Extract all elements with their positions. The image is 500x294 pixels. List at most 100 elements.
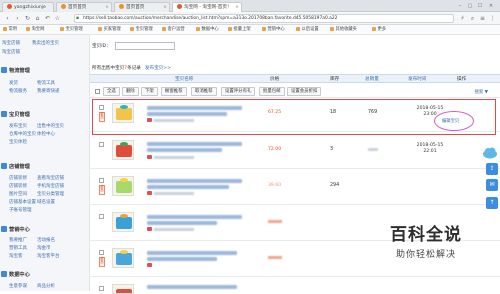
- browser-tab-3[interactable]: 首页首页 ×: [114, 2, 170, 12]
- sidebar-link[interactable]: 发布宝贝: [9, 123, 27, 129]
- bookmark-item[interactable]: 批量上架: [228, 26, 251, 34]
- forward-icon[interactable]: ›: [13, 14, 22, 23]
- bookmark-item[interactable]: 宝贝管理: [130, 26, 153, 34]
- reload-icon[interactable]: ↻: [23, 14, 32, 23]
- item-price[interactable]: 39.60: [268, 183, 281, 188]
- showcase-button[interactable]: 橱窗推荐: [161, 87, 187, 96]
- home-icon[interactable]: ⌂: [33, 14, 42, 23]
- sidebar-section-marketing[interactable]: 营销中心: [9, 226, 30, 233]
- item-title[interactable]: [147, 179, 242, 183]
- bookmark-item[interactable]: 常用: [3, 26, 17, 34]
- row-checkbox[interactable]: [99, 142, 104, 147]
- sidebar-section-goods[interactable]: 宝贝管理: [9, 111, 30, 118]
- row-checkbox[interactable]: [99, 214, 104, 219]
- tab-close-icon[interactable]: ×: [163, 3, 167, 12]
- item-id-input[interactable]: [115, 42, 175, 50]
- maximize-icon[interactable]: ☐: [476, 1, 484, 11]
- sidebar-link[interactable]: 淘宝店铺: [2, 40, 20, 46]
- bookmark-item[interactable]: 营销中心: [262, 26, 285, 34]
- product-thumbnail[interactable]: [112, 284, 134, 294]
- product-thumbnail[interactable]: [112, 212, 134, 232]
- product-thumbnail[interactable]: [112, 176, 134, 196]
- sidebar-section-logistics[interactable]: 物流管理: [9, 67, 30, 74]
- sidebar-link[interactable]: 我要推广: [9, 237, 27, 243]
- item-price[interactable]: 72.00: [268, 147, 281, 152]
- sidebar-link[interactable]: 物流工具: [37, 80, 55, 86]
- header-item-name[interactable]: 宝贝名称: [175, 76, 193, 83]
- bookmark-item[interactable]: 数据中心: [196, 26, 219, 34]
- restore-icon[interactable]: ▢: [466, 1, 474, 11]
- settings-icon[interactable]: ⋮: [488, 14, 497, 23]
- sidebar-link[interactable]: 仓库中的宝贝: [9, 131, 36, 137]
- back-icon[interactable]: ‹: [3, 14, 12, 23]
- product-thumbnail[interactable]: [112, 248, 134, 268]
- sidebar-section-data[interactable]: 数据中心: [9, 271, 30, 278]
- item-title[interactable]: [147, 285, 237, 289]
- back-to-top-icon[interactable]: ↑: [486, 197, 498, 209]
- bookmark-item[interactable]: 宝贝管理: [60, 26, 83, 34]
- sidebar-link[interactable]: 图片空间: [9, 191, 27, 197]
- header-total-sales[interactable]: 总销量: [365, 76, 379, 83]
- bookmark-item[interactable]: 更多: [372, 26, 386, 34]
- sidebar-link[interactable]: 商品分析: [37, 283, 55, 289]
- star-icon[interactable]: ☆: [53, 14, 62, 23]
- sidebar-link[interactable]: 物流服务: [9, 88, 27, 94]
- member-discount-button[interactable]: 设置会员折扣: [287, 87, 322, 96]
- sidebar-section-store[interactable]: 店铺管理: [9, 163, 30, 170]
- sidebar-link[interactable]: 手机淘宝店铺: [37, 183, 64, 189]
- sidebar-link[interactable]: 淘宝客平台: [37, 253, 60, 259]
- delist-button[interactable]: 下架: [141, 87, 158, 96]
- row-checkbox[interactable]: [99, 286, 104, 291]
- search-icon[interactable]: ⌕: [468, 14, 477, 23]
- bookmark-item[interactable]: 买家管理: [98, 26, 121, 34]
- cancel-recommend-button[interactable]: 取消推荐: [191, 87, 217, 96]
- sidebar-link[interactable]: 店铺装修: [9, 175, 27, 181]
- browser-tab-2[interactable]: 首页首页 ×: [56, 2, 112, 12]
- row-checkbox[interactable]: [99, 178, 104, 183]
- publish-item-link[interactable]: 发布宝贝>>: [145, 66, 171, 71]
- item-title-line2[interactable]: [147, 257, 217, 261]
- sidebar-link[interactable]: 查看淘宝店铺: [37, 175, 64, 181]
- row-checkbox[interactable]: [99, 250, 104, 255]
- sidebar-link[interactable]: 店铺基本设置: [9, 199, 36, 205]
- sidebar-link[interactable]: 生意参谋: [9, 283, 27, 289]
- url-input[interactable]: ▪ https://sell.taobao.com/auction/merchan…: [74, 14, 454, 23]
- sidebar-link[interactable]: 发货: [9, 80, 18, 86]
- tab-close-icon[interactable]: ×: [235, 3, 239, 12]
- sidebar-link[interactable]: 我卖出的宝贝: [32, 40, 59, 46]
- select-all-button[interactable]: 全选: [103, 87, 120, 96]
- header-publish-time[interactable]: 发布时间: [408, 76, 426, 83]
- browser-tab-4-active[interactable]: 淘宝网 - 淘宝网-首页！ ×: [172, 2, 242, 12]
- item-title-line2[interactable]: [147, 185, 229, 189]
- select-all-checkbox[interactable]: [95, 89, 100, 94]
- bookmark-item[interactable]: 以后设置: [296, 26, 319, 34]
- item-title-line2[interactable]: [147, 221, 217, 225]
- close-window-icon[interactable]: ×: [487, 1, 495, 11]
- item-title[interactable]: [147, 142, 242, 146]
- item-title-line2[interactable]: [147, 148, 222, 152]
- bookmark-item[interactable]: 客户运营: [162, 26, 185, 34]
- bookmark-item[interactable]: 淘宝网: [26, 26, 44, 34]
- sidebar-link[interactable]: 宝贝分类管理: [37, 191, 64, 197]
- sidebar-link[interactable]: 子账号管理: [9, 207, 32, 213]
- tab-close-icon[interactable]: ×: [105, 3, 109, 12]
- undo-icon[interactable]: ↶: [43, 14, 52, 23]
- delete-button[interactable]: 删除: [122, 87, 139, 96]
- sidebar-link[interactable]: 域名设置: [37, 199, 55, 205]
- item-title[interactable]: [147, 251, 237, 255]
- sidebar-link[interactable]: 我要寄快递: [37, 88, 60, 94]
- sidebar-link[interactable]: 活动报名: [37, 237, 55, 243]
- rating-gift-button[interactable]: 设置评分有礼: [221, 87, 256, 96]
- cloud-icon[interactable]: [482, 146, 498, 159]
- header-stock[interactable]: 库存: [330, 76, 339, 83]
- sidebar-link[interactable]: 宝贝体检: [9, 139, 27, 145]
- product-thumbnail[interactable]: [112, 140, 134, 160]
- menu-icon[interactable]: ≡: [478, 14, 487, 23]
- sidebar-link[interactable]: 店铺装修: [9, 183, 27, 189]
- extension-icon[interactable]: ⚡: [458, 14, 467, 23]
- sidebar-link[interactable]: 淘宝店铺: [2, 49, 20, 55]
- header-price[interactable]: 价格: [270, 76, 279, 83]
- free-shipping-button[interactable]: 批量包邮: [259, 87, 285, 96]
- sidebar-link[interactable]: 体检中心: [37, 131, 55, 137]
- browser-tab-1[interactable]: yangzhixiunje: [2, 2, 54, 12]
